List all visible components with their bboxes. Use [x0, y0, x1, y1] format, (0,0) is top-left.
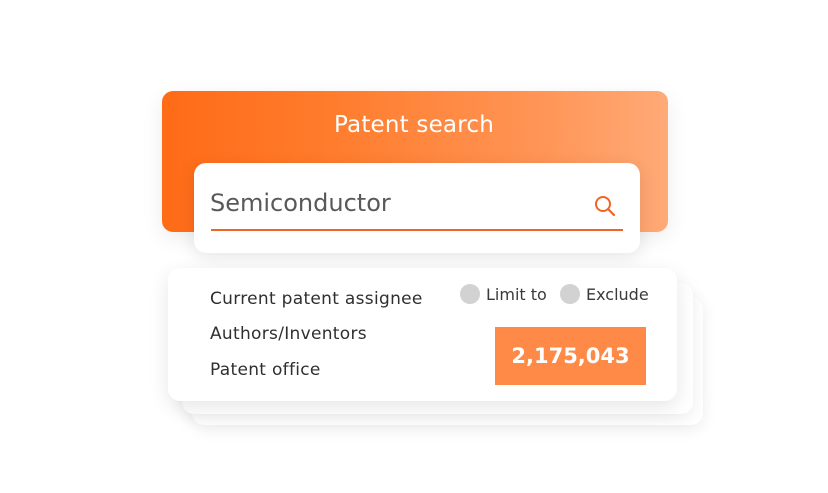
exclude-label: Exclude [586, 284, 649, 304]
search-input[interactable] [210, 184, 570, 222]
exclude-radio[interactable]: Exclude [560, 284, 649, 304]
search-underline [211, 229, 623, 231]
radio-circle-icon[interactable] [560, 284, 580, 304]
filter-authors-inventors[interactable]: Authors/Inventors [210, 324, 367, 344]
patent-search-widget: Patent search Current patent assignee Au… [0, 0, 828, 493]
radio-circle-icon[interactable] [460, 284, 480, 304]
filter-patent-office[interactable]: Patent office [210, 360, 321, 380]
search-box [194, 163, 640, 253]
limit-to-label: Limit to [486, 284, 547, 304]
limit-to-radio[interactable]: Limit to [460, 284, 547, 304]
page-title: Patent search [333, 112, 494, 138]
result-count-badge[interactable]: 2,175,043 [495, 327, 646, 385]
filter-panel: Current patent assignee Authors/Inventor… [168, 268, 677, 401]
search-icon[interactable] [593, 194, 617, 218]
filter-current-patent-assignee[interactable]: Current patent assignee [210, 289, 423, 309]
